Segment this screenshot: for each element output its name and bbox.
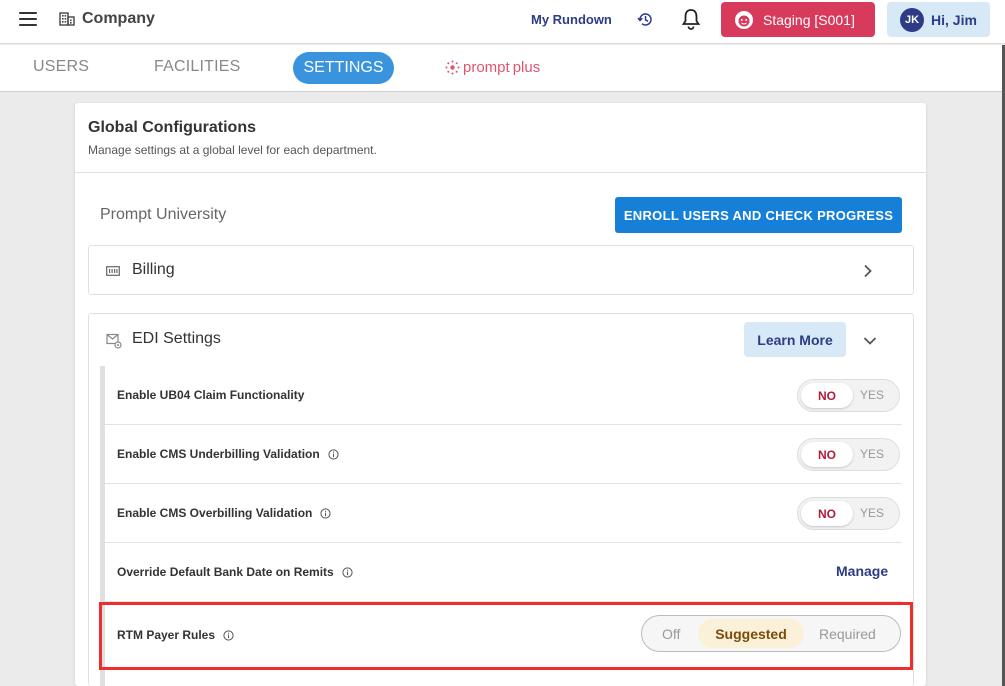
global-configurations-card: Global Configurations Manage settings at… xyxy=(75,103,926,686)
setting-label: Enable CMS Overbilling Validation xyxy=(117,506,331,520)
setting-label-text: Enable CMS Underbilling Validation xyxy=(117,447,320,461)
building-icon xyxy=(59,12,75,26)
prompt-plus-label-b: plus xyxy=(512,59,541,76)
tab-users[interactable]: USERS xyxy=(33,58,89,76)
billing-section[interactable]: Billing xyxy=(88,245,914,295)
setting-label-text: Override Default Bank Date on Remits xyxy=(117,565,334,579)
edi-settings-icon xyxy=(106,333,122,349)
staging-face-icon xyxy=(735,10,753,29)
toggle-yes-option[interactable]: YES xyxy=(860,447,884,461)
toggle-no-option[interactable]: NO xyxy=(801,501,853,526)
my-rundown-link[interactable]: My Rundown xyxy=(531,12,612,27)
setting-label: Enable CMS Underbilling Validation xyxy=(117,447,339,461)
manage-link[interactable]: Manage xyxy=(836,563,888,579)
setting-label-text: Enable CMS Overbilling Validation xyxy=(117,506,313,520)
learn-more-button[interactable]: Learn More xyxy=(744,322,846,357)
info-icon[interactable] xyxy=(328,448,339,460)
underbilling-toggle[interactable]: NO YES xyxy=(797,438,900,471)
history-icon[interactable] xyxy=(637,11,654,28)
avatar: JK xyxy=(900,7,924,32)
billing-label: Billing xyxy=(132,261,175,278)
page-subtitle: Manage settings at a global level for ea… xyxy=(88,143,377,157)
prompt-plus-label-a: prompt xyxy=(463,59,510,76)
chevron-down-icon[interactable] xyxy=(863,336,877,346)
user-greeting: Hi, Jim xyxy=(931,11,977,28)
toggle-no-option[interactable]: NO xyxy=(801,383,853,408)
toggle-yes-option[interactable]: YES xyxy=(860,506,884,520)
setting-label: Enable UB04 Claim Functionality xyxy=(117,388,304,402)
tab-settings[interactable]: SETTINGS xyxy=(293,52,394,84)
company-selector[interactable]: Company xyxy=(82,10,155,28)
setting-label-text: Enable UB04 Claim Functionality xyxy=(117,388,305,402)
tab-prompt-plus[interactable]: prompt plus xyxy=(445,59,540,76)
setting-row-bank-date: Override Default Bank Date on Remits Man… xyxy=(105,543,902,602)
info-icon[interactable] xyxy=(320,507,331,519)
tab-facilities[interactable]: FACILITIES xyxy=(154,58,240,76)
chevron-right-icon[interactable] xyxy=(863,264,873,278)
user-menu-button[interactable]: JK Hi, Jim xyxy=(887,2,990,37)
staging-label: Staging [S001] xyxy=(763,11,855,28)
setting-label: Override Default Bank Date on Remits xyxy=(117,565,353,579)
bell-icon[interactable] xyxy=(681,8,701,30)
edi-settings-label: EDI Settings xyxy=(132,330,221,347)
prompt-plus-logo-icon xyxy=(445,60,460,75)
billing-icon xyxy=(106,266,120,276)
setting-row-overbilling: Enable CMS Overbilling Validation NO YES xyxy=(105,484,902,543)
tab-bar: USERS FACILITIES SETTINGS prompt plus xyxy=(0,45,1005,92)
info-icon[interactable] xyxy=(342,566,353,578)
setting-row-ub04: Enable UB04 Claim Functionality NO YES xyxy=(105,366,902,425)
top-bar: Company My Rundown Staging [S001] JK Hi,… xyxy=(0,0,1005,44)
toggle-no-option[interactable]: NO xyxy=(801,442,853,467)
enroll-users-button[interactable]: ENROLL USERS AND CHECK PROGRESS xyxy=(615,197,902,233)
card-header: Global Configurations Manage settings at… xyxy=(75,103,926,173)
overbilling-toggle[interactable]: NO YES xyxy=(797,497,900,530)
ub04-toggle[interactable]: NO YES xyxy=(797,379,900,412)
page-title: Global Configurations xyxy=(88,119,256,136)
staging-environment-button[interactable]: Staging [S001] xyxy=(721,2,875,37)
prompt-university-label: Prompt University xyxy=(100,206,227,223)
hamburger-menu-icon[interactable] xyxy=(19,12,37,26)
toggle-yes-option[interactable]: YES xyxy=(860,388,884,402)
highlight-box xyxy=(99,602,913,670)
setting-row-underbilling: Enable CMS Underbilling Validation NO YE… xyxy=(105,425,902,484)
